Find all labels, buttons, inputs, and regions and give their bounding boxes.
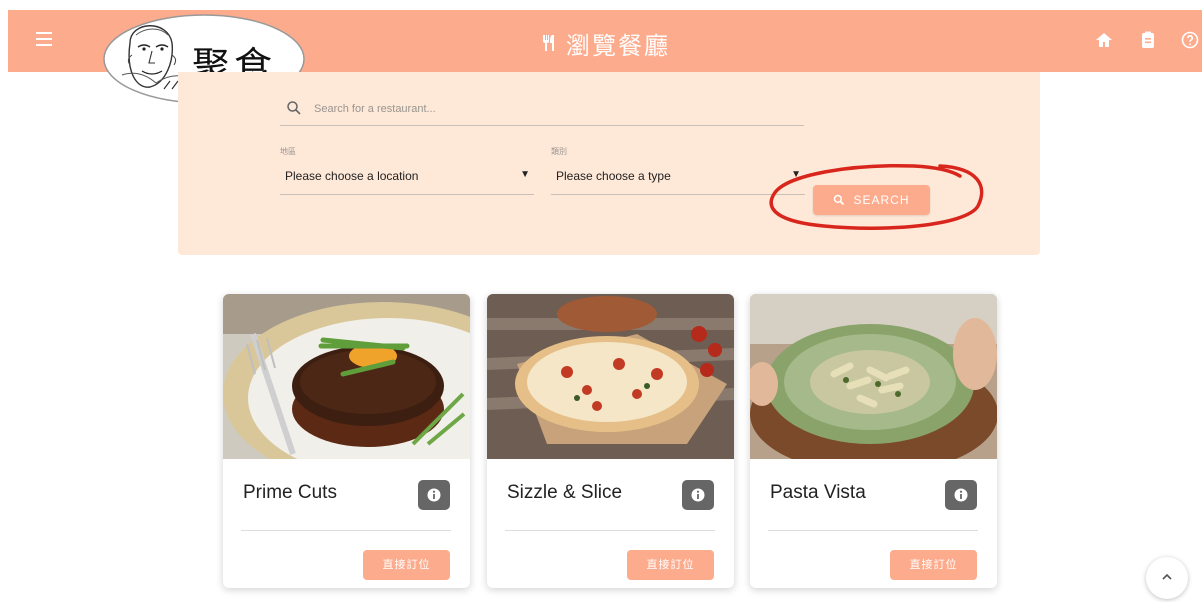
location-select-value: Please choose a location	[285, 169, 419, 183]
restaurant-name: Prime Cuts	[243, 482, 337, 503]
info-button[interactable]	[418, 480, 450, 510]
info-button[interactable]	[945, 480, 977, 510]
type-label: 類別	[551, 147, 567, 156]
restaurant-name: Sizzle & Slice	[507, 482, 623, 503]
dropdown-caret-icon: ▼	[791, 169, 801, 180]
book-now-button[interactable]: 直接訂位	[890, 550, 977, 580]
restaurant-card[interactable]: Pasta Vista 直接訂位	[750, 294, 997, 588]
restaurant-name: Pasta Vista	[770, 482, 866, 503]
location-select-group: 地區 Please choose a location ▼	[280, 146, 534, 195]
info-icon	[427, 488, 441, 502]
search-icon	[834, 194, 845, 206]
card-divider	[768, 530, 978, 531]
dropdown-caret-icon: ▼	[520, 169, 530, 180]
restaurant-card[interactable]: Prime Cuts 直接訂位	[223, 294, 470, 588]
restaurant-card[interactable]: Sizzle & Slice 直接訂位	[487, 294, 734, 588]
pizza-photo	[487, 294, 734, 459]
fork-knife-icon	[540, 33, 558, 57]
info-icon	[954, 488, 968, 502]
search-panel: 地區 Please choose a location ▼ 類別 Please …	[178, 72, 1040, 255]
search-icon	[287, 101, 301, 115]
location-select[interactable]: Please choose a location ▼	[280, 165, 534, 195]
scroll-to-top-button[interactable]	[1146, 557, 1188, 599]
clipboard-icon[interactable]	[1138, 30, 1158, 50]
book-now-button[interactable]: 直接訂位	[627, 550, 714, 580]
chevron-up-icon	[1162, 573, 1172, 580]
page: 瀏覽餐廳 聚食 Search for a restaurant... 地區 Pl…	[0, 0, 1202, 602]
type-select[interactable]: Please choose a type ▼	[551, 165, 805, 195]
info-icon	[691, 488, 705, 502]
search-field[interactable]	[280, 94, 804, 126]
search-button-label: SEARCH	[853, 193, 910, 207]
page-title: 瀏覽餐廳	[566, 32, 670, 60]
home-icon[interactable]	[1094, 30, 1114, 50]
search-button[interactable]: SEARCH	[813, 185, 930, 215]
help-icon[interactable]	[1180, 30, 1200, 50]
type-select-group: 類別 Please choose a type ▼	[551, 146, 805, 195]
card-divider	[505, 530, 715, 531]
book-now-button[interactable]: 直接訂位	[363, 550, 450, 580]
steak-photo	[223, 294, 470, 459]
location-label: 地區	[280, 147, 296, 156]
search-input[interactable]	[314, 98, 784, 120]
type-select-value: Please choose a type	[556, 169, 671, 183]
pasta-photo	[750, 294, 997, 459]
info-button[interactable]	[682, 480, 714, 510]
card-divider	[241, 530, 451, 531]
